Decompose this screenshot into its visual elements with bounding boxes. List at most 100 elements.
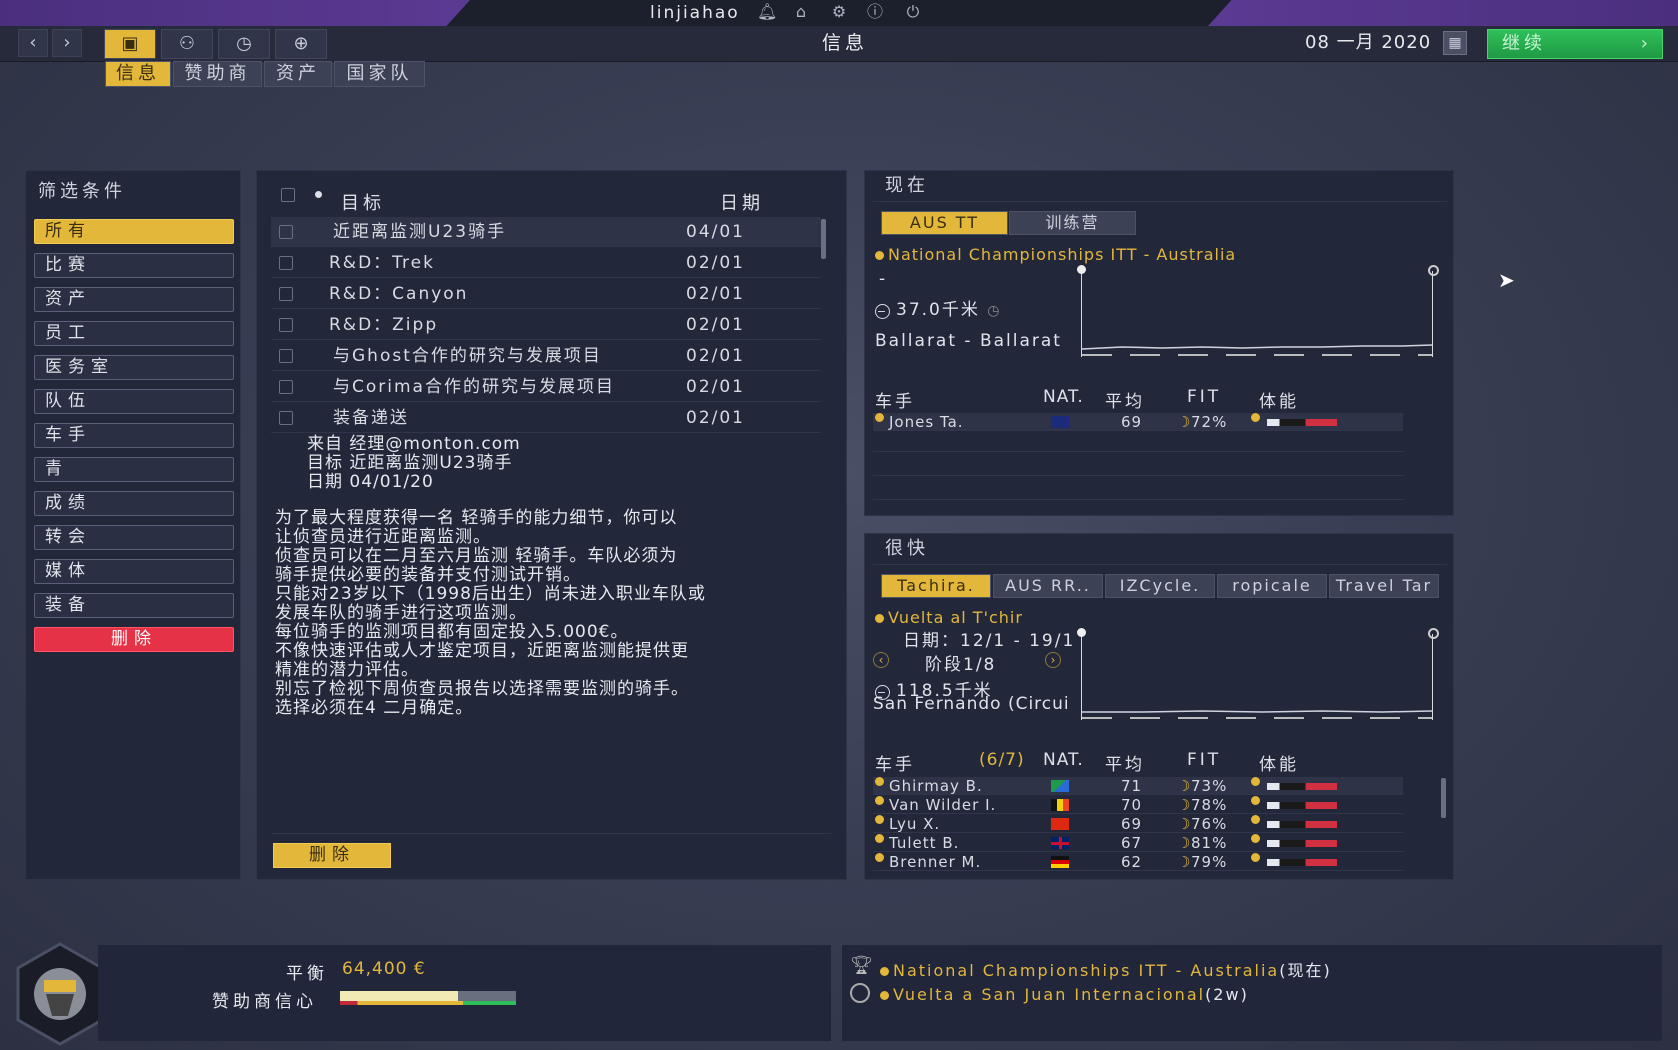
message-date: 02/01 xyxy=(686,408,745,428)
next-stage-icon[interactable]: › xyxy=(1045,652,1061,668)
tab-training-camp[interactable]: 训练营 xyxy=(1009,211,1136,235)
rider-row[interactable]: Brenner M. 62 ☽ 79% xyxy=(873,853,1403,871)
filter-all[interactable]: 所有 xyxy=(34,219,234,244)
rider-row[interactable]: Tulett B. 67 ☽ 81% xyxy=(873,834,1403,852)
row-checkbox[interactable] xyxy=(279,318,293,332)
rider-row[interactable]: Ghirmay B. 71 ☽ 73% xyxy=(873,777,1403,795)
event-dot-icon xyxy=(880,991,889,1000)
body-line: 骑手提供必要的装备并支付测试开销。 xyxy=(275,565,581,585)
message-row[interactable]: 与Ghost合作的研究与发展项目 02/01 xyxy=(271,341,821,371)
energy-bar xyxy=(1267,802,1337,809)
globe-icon[interactable]: ⊕ xyxy=(275,29,327,59)
rider-name: Jones Ta. xyxy=(889,413,964,431)
rider-dot-icon xyxy=(875,777,884,786)
body-line: 精准的潜力评估。 xyxy=(275,660,419,680)
delete-filter-button[interactable]: 删除 xyxy=(34,627,234,652)
upcoming-events: 🏆︎ National Championships ITT - Australi… xyxy=(842,945,1662,1041)
filter-medical[interactable]: 医务室 xyxy=(34,355,234,380)
current-date: 08 一月 2020 xyxy=(1305,32,1432,53)
flag-belgium-icon xyxy=(1051,799,1069,811)
filter-youth[interactable]: 青 xyxy=(34,457,234,482)
tab-national-team[interactable]: 国家队 xyxy=(334,61,425,87)
calendar-icon[interactable]: ▦ xyxy=(1443,31,1467,55)
tab-race-4[interactable]: ropicale xyxy=(1217,574,1327,598)
tab-race-5[interactable]: Travel Tar xyxy=(1329,574,1439,598)
team-icon[interactable]: ⚇ xyxy=(161,29,213,59)
stage-label: 阶段1/8 xyxy=(925,655,997,675)
filter-team[interactable]: 队伍 xyxy=(34,389,234,414)
tab-aus-tt[interactable]: AUS TT xyxy=(881,211,1008,235)
filter-equipment[interactable]: 装备 xyxy=(34,593,234,618)
row-checkbox[interactable] xyxy=(279,225,293,239)
team-logo[interactable] xyxy=(14,942,106,1046)
header-date[interactable]: 日期 xyxy=(720,189,764,215)
back-button[interactable]: ‹ xyxy=(18,29,48,57)
filter-staff[interactable]: 员工 xyxy=(34,321,234,346)
row-checkbox[interactable] xyxy=(279,411,293,425)
list-scrollbar[interactable] xyxy=(821,219,826,259)
rider-fit: 81% xyxy=(1191,834,1228,852)
tab-race-1[interactable]: Tachira. xyxy=(881,574,991,598)
info-icon[interactable]: ⓘ xyxy=(866,3,884,21)
filter-riders[interactable]: 车手 xyxy=(34,423,234,448)
tab-assets[interactable]: 资产 xyxy=(264,61,332,87)
rider-fit: 79% xyxy=(1191,853,1228,871)
rider-list-scrollbar[interactable] xyxy=(1441,778,1446,818)
tab-sponsors[interactable]: 赞助商 xyxy=(173,61,262,87)
message-row[interactable]: 与Corima合作的研究与发展项目 02/01 xyxy=(271,372,821,402)
power-icon[interactable]: ⏻ xyxy=(904,3,922,21)
filter-assets[interactable]: 资产 xyxy=(34,287,234,312)
message-row[interactable]: R&D：Trek 02/01 xyxy=(271,248,821,278)
now-panel: 现在 AUS TT 训练营 National Championships ITT… xyxy=(864,170,1454,516)
briefcase-icon[interactable]: ▣ xyxy=(104,29,156,59)
elevation-chart xyxy=(1081,344,1433,356)
moon-icon: ☽ xyxy=(1177,853,1192,871)
gear-icon[interactable]: ⚙ xyxy=(830,3,848,21)
tab-race-3[interactable]: IZCycle. xyxy=(1105,574,1215,598)
unread-dot-icon xyxy=(315,191,322,198)
message-row[interactable]: R&D：Zipp 02/01 xyxy=(271,310,821,340)
forward-button[interactable]: › xyxy=(52,29,82,57)
message-row[interactable]: 装备递送 02/01 xyxy=(271,403,821,433)
rider-avg: 70 xyxy=(1121,796,1143,814)
row-checkbox[interactable] xyxy=(279,349,293,363)
tab-info[interactable]: 信息 xyxy=(105,61,171,87)
bell-icon[interactable]: 🔔︎ xyxy=(757,3,777,21)
rider-avg: 71 xyxy=(1121,777,1143,795)
header-subject[interactable]: 目标 xyxy=(341,189,385,215)
event-next[interactable]: Vuelta a San Juan Internacional(2w) xyxy=(880,985,1249,1004)
elevation-profile xyxy=(1081,271,1433,357)
rider-row[interactable]: Jones Ta. 69 ☽ 72% xyxy=(873,413,1403,431)
energy-dot-icon xyxy=(1251,815,1260,824)
filter-media[interactable]: 媒体 xyxy=(34,559,234,584)
body-line: 每位骑手的监测项目都有固定投入5.000€。 xyxy=(275,622,629,642)
event-current[interactable]: National Championships ITT - Australia(现… xyxy=(880,957,1332,981)
message-date: 02/01 xyxy=(686,284,745,304)
rider-row[interactable]: Van Wilder I. 70 ☽ 78% xyxy=(873,796,1403,814)
filter-transfers[interactable]: 转会 xyxy=(34,525,234,550)
message-row[interactable]: R&D：Canyon 02/01 xyxy=(271,279,821,309)
top-bar-wing-right xyxy=(1208,0,1678,26)
rider-name: Ghirmay B. xyxy=(889,777,983,795)
row-checkbox[interactable] xyxy=(279,380,293,394)
rider-name: Lyu X. xyxy=(889,815,941,833)
select-all-checkbox[interactable] xyxy=(281,188,295,202)
filter-results[interactable]: 成绩 xyxy=(34,491,234,516)
rider-avg: 69 xyxy=(1121,815,1143,833)
rider-count: (6/7) xyxy=(979,750,1025,770)
rider-fit: 78% xyxy=(1191,796,1228,814)
prev-stage-icon[interactable]: ‹ xyxy=(873,652,889,668)
rider-row[interactable]: Lyu X. 69 ☽ 76% xyxy=(873,815,1403,833)
moon-icon: ☽ xyxy=(1177,777,1192,795)
row-checkbox[interactable] xyxy=(279,287,293,301)
continue-button[interactable]: 继续 › xyxy=(1487,29,1663,59)
message-row[interactable]: 近距离监测U23骑手 04/01 xyxy=(271,217,821,247)
stopwatch-icon[interactable]: ◷ xyxy=(218,29,270,59)
tab-race-2[interactable]: AUS RR.. xyxy=(993,574,1103,598)
filter-races[interactable]: 比赛 xyxy=(34,253,234,278)
delete-message-button[interactable]: 删除 xyxy=(273,843,391,868)
home-icon[interactable]: ⌂ xyxy=(792,3,810,21)
row-checkbox[interactable] xyxy=(279,256,293,270)
flag-china-icon xyxy=(1051,818,1069,830)
moon-icon: ☽ xyxy=(1177,815,1192,833)
